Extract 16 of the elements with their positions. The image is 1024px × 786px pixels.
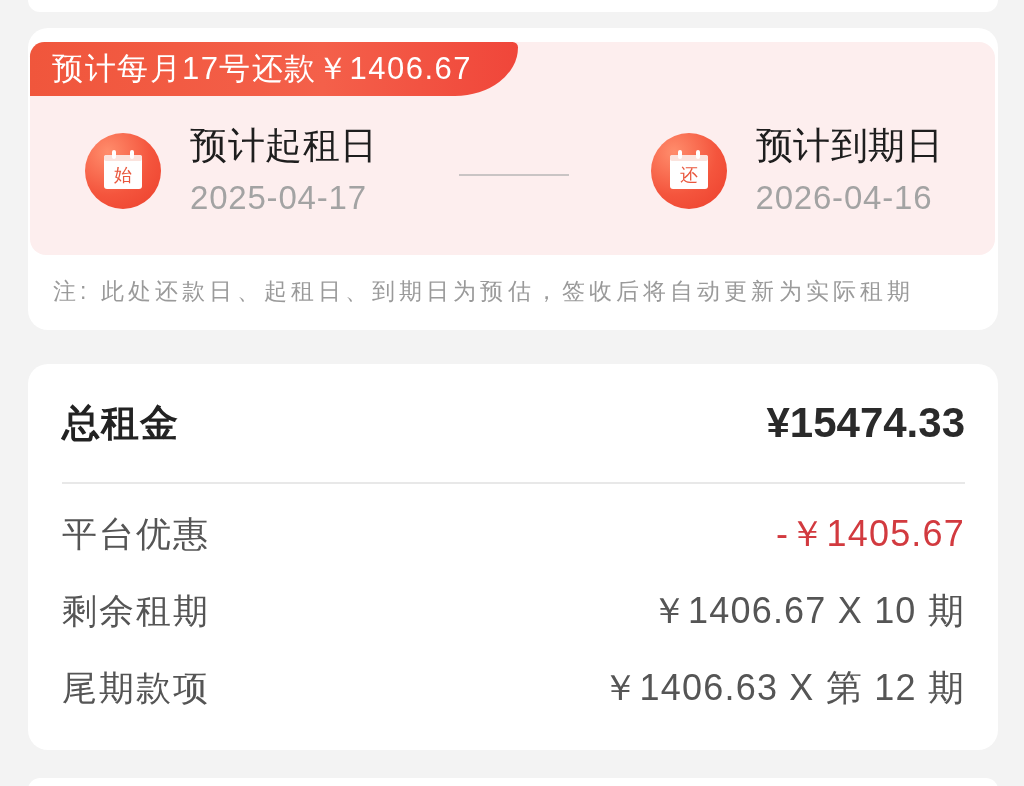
date-title: 预计到期日 [755, 126, 943, 166]
total-label: 总租金 [62, 400, 179, 446]
item-label: 尾期款项 [62, 667, 210, 709]
calendar-icon: 始 [85, 133, 161, 209]
item-value: ￥1406.67 X 10 期 [650, 589, 965, 633]
calendar-icon: 还 [650, 133, 727, 209]
repayment-banner: 预计每月17号还款￥1406.67 [30, 42, 518, 96]
item-label: 剩余租期 [62, 590, 210, 632]
date-value: 2026-04-16 [755, 180, 934, 216]
item-value: ￥1406.63 X 第 12 期 [602, 666, 965, 710]
date-value: 2025-04-17 [190, 180, 368, 216]
item-label: 平台优惠 [62, 513, 210, 555]
total-value: ¥15474.33 [766, 399, 965, 447]
note-text: 注: 此处还款日、起租日、到期日为预估，签收后将自动更新为实际租期 [53, 277, 916, 306]
date-title: 预计起租日 [190, 126, 378, 166]
item-value: -￥1405.67 [776, 512, 965, 556]
